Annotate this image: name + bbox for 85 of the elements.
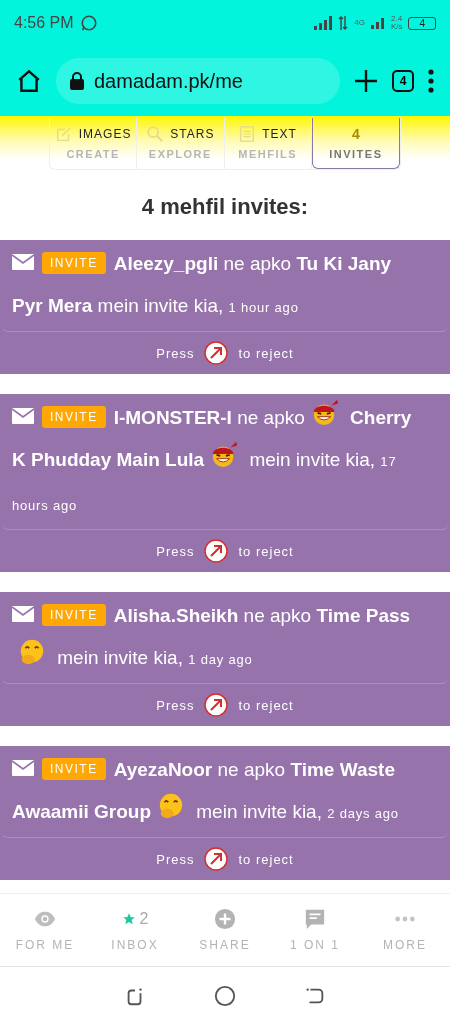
nav-item[interactable]: SHARE <box>180 894 270 966</box>
more-icon <box>394 915 416 923</box>
timestamp: 1 hour ago <box>228 300 299 315</box>
list-icon <box>238 125 257 143</box>
envelope-icon <box>12 254 34 270</box>
address-bar[interactable]: damadam.pk/me <box>56 58 340 104</box>
tab[interactable]: STARS EXPLORE <box>137 118 225 169</box>
message-text: ne apko <box>237 407 305 428</box>
message-text: mein invite kia, <box>57 647 183 668</box>
tab[interactable]: 4 INVITES <box>311 118 400 169</box>
pencil-icon <box>54 125 73 143</box>
invite-badge: INVITE <box>42 604 106 626</box>
press-text: Press <box>156 851 195 867</box>
envelope-icon <box>12 606 34 622</box>
username-link[interactable]: Alisha.Sheikh <box>113 605 239 626</box>
reject-button[interactable] <box>204 847 229 871</box>
mehfil-name: Tu Ki Jany <box>296 253 392 274</box>
message-text: ne apko <box>223 253 292 274</box>
invite-badge: INVITE <box>42 758 106 780</box>
timestamp: 2 days ago <box>327 806 399 821</box>
page-heading: 4 mehfil invites: <box>140 194 310 220</box>
mehfil-name: Cherry <box>350 407 412 428</box>
nav-item[interactable]: 1 ON 1 <box>270 894 360 966</box>
invite-count: 4 <box>351 126 360 142</box>
mehfil-name: Awaamii Group <box>12 801 151 822</box>
tab-heading: TEXT <box>262 127 297 141</box>
home-icon[interactable] <box>16 68 42 94</box>
giggle-emoji-icon <box>157 792 185 820</box>
timestamp: 17 <box>380 454 397 469</box>
message-text: mein invite kia, <box>249 449 376 470</box>
username-link[interactable]: Aleezy_pgli <box>113 253 219 274</box>
add-icon <box>214 908 236 930</box>
search-icon <box>146 125 165 143</box>
mehfil-name: Time Waste <box>290 759 395 780</box>
timestamp: 1 day ago <box>188 652 253 667</box>
message-text: mein invite kia, <box>196 801 322 822</box>
message-text: mein invite kia, <box>97 295 224 316</box>
signal-icon <box>314 16 333 30</box>
message-text: ne apko <box>243 605 312 626</box>
reject-button[interactable] <box>204 693 229 717</box>
lock-icon <box>70 72 84 90</box>
envelope-icon <box>12 760 34 776</box>
reject-text: to reject <box>238 543 294 559</box>
mehfil-name: K Phudday Main Lula <box>12 449 205 470</box>
speed-value: 2.4 <box>391 15 403 23</box>
tab[interactable]: IMAGES CREATE <box>50 118 138 169</box>
nav-item[interactable]: 2 INBOX <box>90 894 180 966</box>
mehfil-name: Pyr Mera <box>12 295 93 316</box>
clock: 4:56 PM <box>14 14 74 32</box>
tab-switcher-button[interactable]: 4 <box>392 70 414 92</box>
envelope-icon <box>12 408 34 424</box>
mehfil-name: Time Pass <box>316 605 411 626</box>
reject-text: to reject <box>238 697 294 713</box>
nav-item[interactable]: FOR ME <box>0 894 90 966</box>
reject-text: to reject <box>238 345 294 361</box>
reject-text: to reject <box>238 851 294 867</box>
inbox-count: 2 <box>139 910 149 928</box>
press-text: Press <box>156 543 195 559</box>
tab-heading: STARS <box>170 127 215 141</box>
home-button-icon[interactable] <box>214 985 236 1007</box>
timestamp: hours ago <box>12 498 78 513</box>
nav-item[interactable]: MORE <box>360 894 450 966</box>
chat-icon <box>304 908 326 930</box>
reject-button[interactable] <box>204 539 229 563</box>
press-text: Press <box>156 697 195 713</box>
message-text: ne apko <box>217 759 286 780</box>
new-tab-icon[interactable] <box>354 69 378 93</box>
speed-unit: K/s <box>390 23 403 31</box>
menu-icon[interactable] <box>428 69 434 93</box>
star-icon <box>121 912 136 926</box>
data-transfer-icon <box>338 16 349 30</box>
press-text: Press <box>156 345 195 361</box>
reject-button[interactable] <box>204 341 229 365</box>
bandana-smiley-icon <box>210 440 239 468</box>
network-type: 4G <box>354 19 365 27</box>
battery-icon: 4 <box>408 16 436 30</box>
signal-icon <box>370 17 385 29</box>
username-link[interactable]: AyezaNoor <box>113 759 213 780</box>
tab-heading: IMAGES <box>78 127 132 141</box>
giggle-emoji-icon <box>18 638 46 666</box>
invite-badge: INVITE <box>42 252 106 274</box>
chat-app-icon <box>79 14 98 32</box>
username-link[interactable]: I-MONSTER-I <box>113 407 232 428</box>
invite-badge: INVITE <box>42 406 106 428</box>
tab[interactable]: TEXT MEHFILS <box>224 118 312 169</box>
